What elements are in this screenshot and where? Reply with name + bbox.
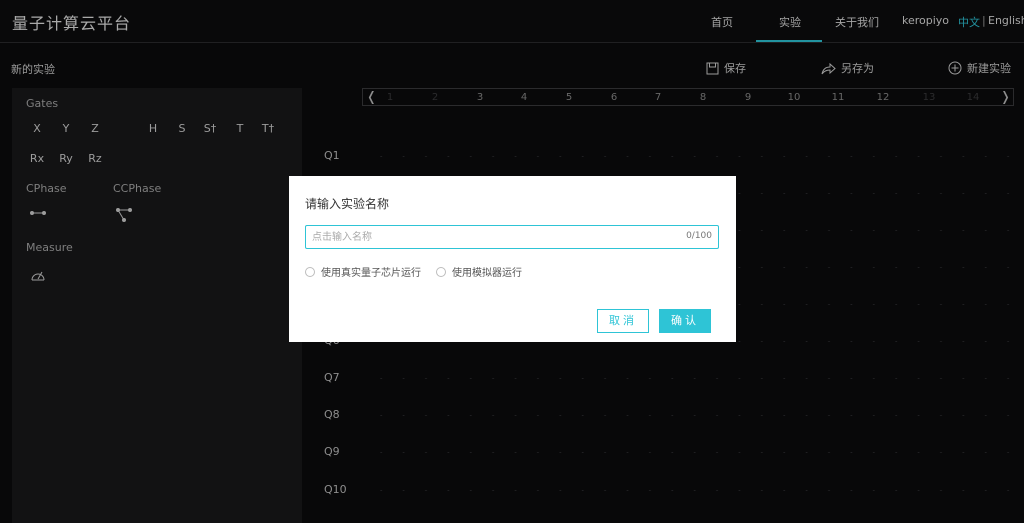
experiment-name-input[interactable] [312,229,672,245]
name-experiment-dialog: 请输入实验名称 0/100 使用真实量子芯片运行 使用模拟器运行 取消 确认 [289,176,736,342]
radio-circle-icon [436,266,446,277]
confirm-button[interactable]: 确认 [659,309,711,333]
radio-real-chip[interactable]: 使用真实量子芯片运行 [305,264,421,279]
radio-circle-icon [305,266,315,277]
radio-simulator[interactable]: 使用模拟器运行 [436,264,522,279]
dialog-title: 请输入实验名称 [305,197,390,211]
cancel-button[interactable]: 取消 [597,309,649,333]
experiment-name-field[interactable]: 0/100 [305,225,719,249]
radio-simulator-label: 使用模拟器运行 [452,268,522,279]
character-counter: 0/100 [686,231,712,241]
radio-real-chip-label: 使用真实量子芯片运行 [321,268,421,279]
